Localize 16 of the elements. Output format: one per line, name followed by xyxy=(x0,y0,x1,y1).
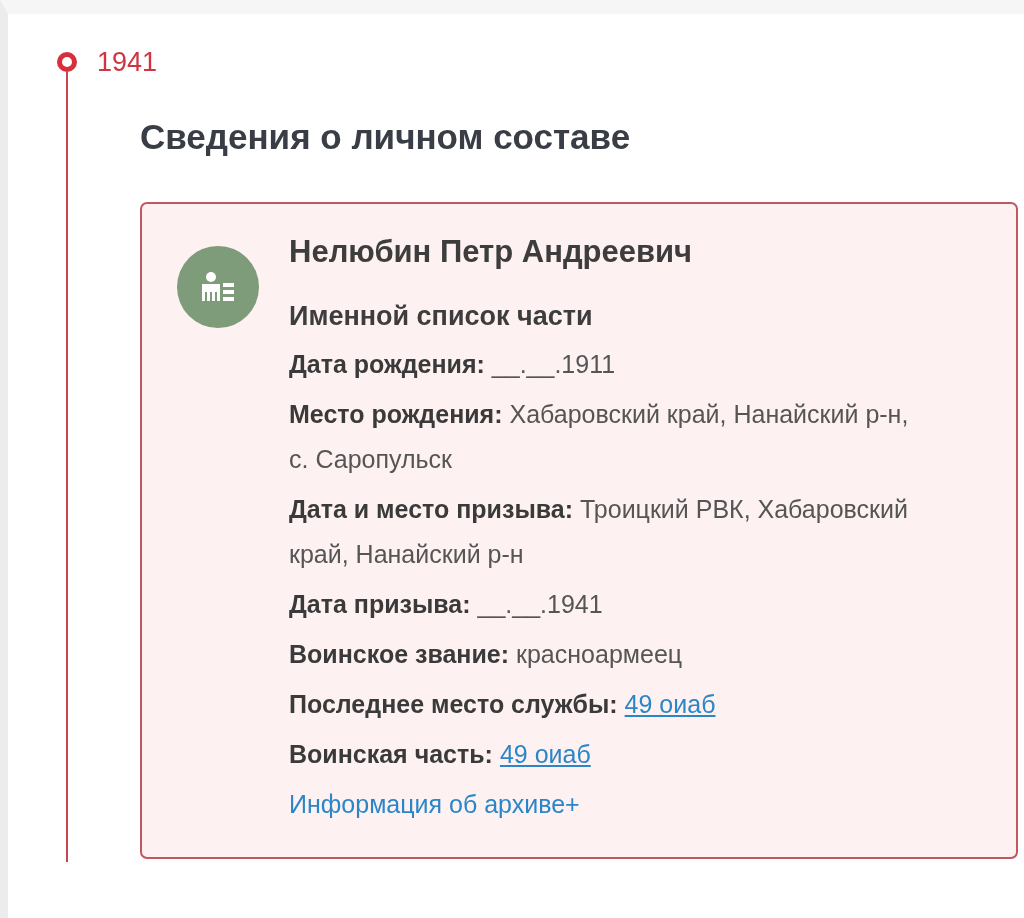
section-title: Сведения о личном составе xyxy=(140,118,631,156)
field-text: Место рождения: Хабаровский край, Нанайский р-н, с. Саропульск xyxy=(289,399,910,475)
unit-link[interactable]: 49 оиаб xyxy=(499,732,591,777)
field-text: Дата рождения: __.__.1911 xyxy=(289,349,617,380)
timeline-year: 1941 xyxy=(97,52,158,72)
field-label: Воинская часть: xyxy=(289,739,493,770)
archive-info-link[interactable]: Информация об архиве+ xyxy=(289,782,580,827)
person-list-icon xyxy=(177,246,259,328)
timeline-dot-icon xyxy=(57,52,77,72)
field-text: Дата призыва: __.__.1941 xyxy=(289,589,604,620)
person-name: Нелюбин Петр Андреевич xyxy=(289,233,694,271)
field-text: Воинское звание: красноармеец xyxy=(289,639,684,670)
document-type: Именной список части xyxy=(289,300,594,333)
unit-link[interactable]: 49 оиаб xyxy=(624,682,716,727)
field-text: Дата и место призыва: Троицкий РВК, Хабаровский край, Нанайский р-н xyxy=(289,494,909,570)
field-label: Последнее место службы: xyxy=(289,689,618,720)
